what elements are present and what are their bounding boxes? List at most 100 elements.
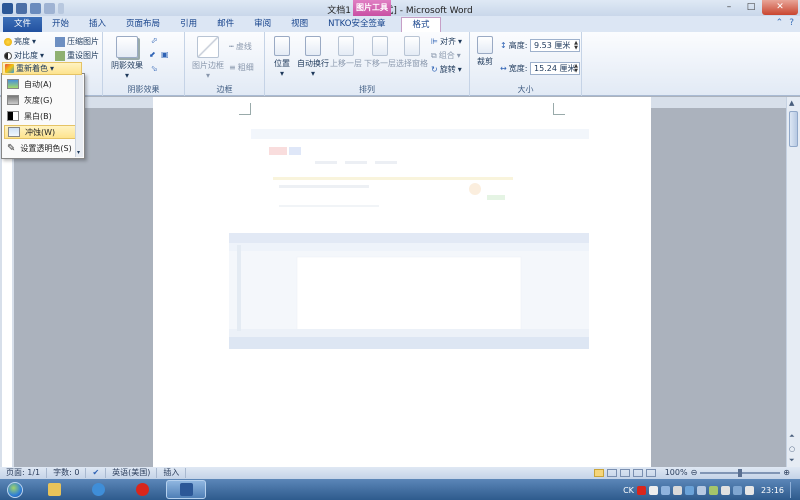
ime-indicator[interactable]: CK (623, 486, 634, 495)
reset-picture-button[interactable]: 重设图片 (55, 50, 99, 61)
tray-icon[interactable] (684, 485, 694, 495)
group-button[interactable]: ⧉ 组合 ▾ (431, 50, 461, 61)
save-icon[interactable] (16, 2, 27, 14)
shadow-effects-button[interactable]: 阴影效果 ▾ (107, 36, 147, 80)
vertical-scrollbar[interactable]: ▲ ⏶ ○ ⏷ (786, 97, 800, 467)
full-screen-icon[interactable] (606, 468, 617, 477)
shadow-toggle-button[interactable]: ▣ (161, 50, 169, 59)
chevron-down-icon: ▾ (279, 69, 284, 78)
chevron-down-icon: ▾ (457, 65, 462, 74)
recolor-automatic[interactable]: 自动(A) (4, 77, 76, 91)
tab-insert[interactable]: 插入 (79, 17, 116, 32)
browse-object-icon[interactable]: ○ (789, 445, 795, 453)
wrap-text-button[interactable]: 自动换行 ▾ (297, 36, 329, 78)
help-icon[interactable]: ? (789, 18, 794, 28)
taskbar-ie[interactable] (78, 480, 118, 499)
word-logo-icon[interactable] (2, 2, 13, 14)
proofing-icon[interactable]: ✔ (86, 468, 107, 478)
show-desktop-button[interactable] (790, 482, 796, 498)
word-count[interactable]: 字数: 0 (47, 468, 87, 478)
set-transparent-color[interactable]: ✎ 设置透明色(S) (4, 141, 76, 155)
tray-icon[interactable] (720, 485, 730, 495)
recolor-button[interactable]: 重新着色 ▾ (2, 62, 82, 75)
clock[interactable]: 23:16 (761, 486, 784, 495)
zoom-out-icon[interactable]: ⊖ (691, 468, 698, 477)
align-button[interactable]: ⊫ 对齐 ▾ (431, 36, 462, 47)
brightness-button[interactable]: 亮度 ▾ (4, 36, 36, 47)
web-layout-icon[interactable] (619, 468, 630, 477)
tab-review[interactable]: 审阅 (244, 17, 281, 32)
crop-button[interactable]: 裁剪 (472, 36, 498, 67)
taskbar-word[interactable] (166, 480, 206, 499)
language-indicator[interactable]: 英语(美国) (106, 468, 158, 478)
tab-view[interactable]: 视图 (281, 17, 318, 32)
width-input[interactable]: 15.24 厘米 ▲ ▼ (530, 62, 580, 75)
outline-icon[interactable] (632, 468, 643, 477)
input-mode-icon[interactable] (648, 485, 658, 495)
recolor-washout[interactable]: 冲蚀(W) (4, 125, 76, 139)
redo-icon[interactable] (44, 2, 55, 14)
contrast-button[interactable]: 对比度 ▾ (4, 50, 44, 61)
network-icon[interactable] (732, 485, 742, 495)
scroll-up-icon[interactable]: ▲ (789, 99, 794, 107)
selection-pane-button[interactable]: 选择窗格 (395, 36, 429, 69)
tray-icon[interactable] (660, 485, 670, 495)
minimize-button[interactable]: – (718, 0, 740, 15)
zoom-level[interactable]: 100% (665, 468, 688, 477)
compress-pictures-button[interactable]: 压缩图片 (55, 36, 99, 47)
tab-ntko[interactable]: NTKO安全签章 (318, 17, 395, 32)
send-backward-label: 下移一层 (364, 59, 396, 68)
zoom-in-icon[interactable]: ⊕ (783, 468, 790, 477)
recolor-black-white[interactable]: 黑白(B) (4, 109, 76, 123)
menu-scrollbar[interactable]: ▾ (75, 75, 83, 157)
insert-mode-indicator[interactable]: 插入 (157, 468, 187, 478)
washed-out-picture[interactable] (153, 97, 651, 467)
position-label: 位置 (274, 59, 290, 68)
group-label-arrange: 排列 (359, 85, 375, 94)
document-page[interactable] (153, 97, 651, 467)
tab-mailings[interactable]: 邮件 (207, 17, 244, 32)
ime-icon[interactable] (636, 485, 646, 495)
shadow-nudge-up-button[interactable]: ⬀ (151, 36, 158, 45)
maximize-button[interactable]: □ (740, 0, 762, 15)
taskbar-opera[interactable] (122, 480, 162, 499)
send-backward-button[interactable]: 下移一层 (363, 36, 397, 69)
close-button[interactable]: ✕ (762, 0, 798, 15)
taskbar-explorer[interactable] (34, 480, 74, 499)
ribbon-minimize-icon[interactable]: ⌃ (776, 18, 784, 28)
height-spinner-icon[interactable]: ▲ ▼ (574, 41, 578, 51)
tray-icon[interactable] (672, 485, 682, 495)
dashes-button[interactable]: ┅ 虚线 (229, 41, 252, 52)
volume-icon[interactable] (744, 485, 754, 495)
bring-forward-button[interactable]: 上移一层 (329, 36, 363, 69)
draft-icon[interactable] (645, 468, 656, 477)
print-layout-icon[interactable] (593, 468, 604, 477)
scroll-thumb[interactable] (789, 111, 798, 147)
picture-border-button[interactable]: 图片边框 ▾ (189, 36, 227, 80)
reset-label: 重设图片 (67, 51, 99, 60)
customize-qat-icon[interactable] (58, 2, 64, 14)
shadow-nudge-down-button[interactable]: ⬂ (151, 64, 158, 73)
start-button[interactable] (0, 479, 30, 500)
tab-file[interactable]: 文件 (3, 17, 43, 32)
weight-button[interactable]: ≡ 粗细 (229, 62, 254, 73)
zoom-slider[interactable] (700, 468, 781, 477)
undo-icon[interactable] (30, 2, 41, 14)
position-button[interactable]: 位置 ▾ (267, 36, 297, 78)
height-input[interactable]: 9.53 厘米 ▲ ▼ (530, 39, 580, 52)
tray-icon[interactable] (696, 485, 706, 495)
recolor-grayscale[interactable]: 灰度(G) (4, 93, 76, 107)
width-spinner-icon[interactable]: ▲ ▼ (574, 64, 578, 74)
tab-format[interactable]: 格式 (401, 17, 441, 32)
shadow-nudge-left-button[interactable]: ⬋ (149, 50, 156, 59)
tab-page-layout[interactable]: 页面布局 (116, 17, 170, 32)
prev-page-icon[interactable]: ⏶ (789, 432, 795, 441)
ie-icon (91, 483, 105, 496)
tab-home[interactable]: 开始 (42, 17, 79, 32)
next-page-icon[interactable]: ⏷ (789, 456, 795, 465)
tab-references[interactable]: 引用 (170, 17, 207, 32)
zoom-slider-knob[interactable] (738, 468, 743, 477)
rotate-button[interactable]: ↻ 旋转 ▾ (431, 64, 462, 75)
page-indicator[interactable]: 页面: 1/1 (0, 468, 48, 478)
tray-icon[interactable] (708, 485, 718, 495)
